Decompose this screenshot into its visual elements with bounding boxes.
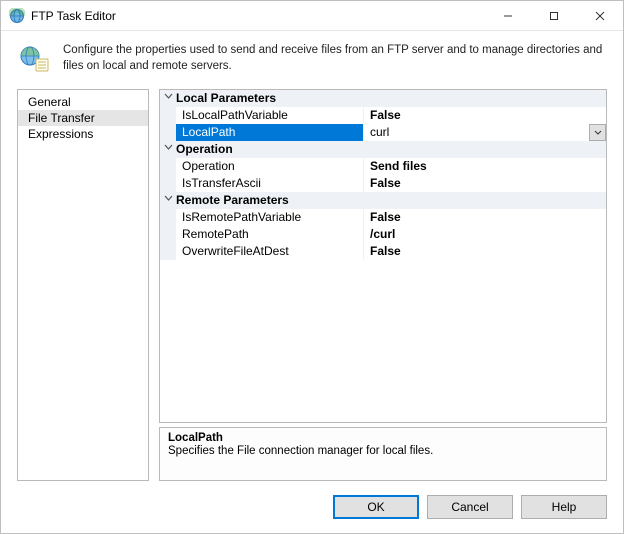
prop-value[interactable]: /curl [364,226,606,243]
content-area: General File Transfer Expressions Local … [1,89,623,481]
prop-operation[interactable]: Operation Send files [160,158,606,175]
minimize-button[interactable] [485,1,531,30]
nav-item-expressions[interactable]: Expressions [18,126,148,142]
prop-value[interactable]: False [364,175,606,192]
category-label: Remote Parameters [176,192,606,209]
prop-isremotepathvariable[interactable]: IsRemotePathVariable False [160,209,606,226]
prop-name: IsRemotePathVariable [176,209,364,226]
prop-value-text: curl [370,125,389,139]
ftp-task-editor-window: FTP Task Editor [0,0,624,534]
prop-name: Operation [176,158,364,175]
prop-islocalpathvariable[interactable]: IsLocalPathVariable False [160,107,606,124]
prop-name: IsTransferAscii [176,175,364,192]
property-grid-body[interactable]: Local Parameters IsLocalPathVariable Fal… [160,90,606,422]
property-grid: Local Parameters IsLocalPathVariable Fal… [159,89,607,423]
prop-value[interactable]: False [364,209,606,226]
window-controls [485,1,623,30]
prop-remotepath[interactable]: RemotePath /curl [160,226,606,243]
help-button[interactable]: Help [521,495,607,519]
collapse-icon[interactable] [160,141,176,158]
nav-item-general[interactable]: General [18,94,148,110]
help-text: Specifies the File connection manager fo… [168,445,598,457]
gutter [160,226,176,243]
help-box: LocalPath Specifies the File connection … [159,427,607,481]
close-button[interactable] [577,1,623,30]
gutter [160,175,176,192]
category-operation[interactable]: Operation [160,141,606,158]
property-panel: Local Parameters IsLocalPathVariable Fal… [159,89,607,481]
category-label: Operation [176,141,606,158]
footer: OK Cancel Help [1,481,623,533]
gutter [160,243,176,260]
chevron-down-icon [594,129,602,137]
maximize-button[interactable] [531,1,577,30]
header: Configure the properties used to send an… [1,31,623,89]
prop-overwritefileatdest[interactable]: OverwriteFileAtDest False [160,243,606,260]
prop-value[interactable]: False [364,243,606,260]
gutter [160,158,176,175]
category-local-parameters[interactable]: Local Parameters [160,90,606,107]
collapse-icon[interactable] [160,90,176,107]
prop-name: IsLocalPathVariable [176,107,364,124]
collapse-icon[interactable] [160,192,176,209]
prop-name: RemotePath [176,226,364,243]
nav-item-file-transfer[interactable]: File Transfer [18,110,148,126]
window-title: FTP Task Editor [31,9,485,23]
gutter [160,209,176,226]
prop-value[interactable]: curl [364,124,606,141]
prop-name: OverwriteFileAtDest [176,243,364,260]
prop-name: LocalPath [176,124,364,141]
nav-panel: General File Transfer Expressions [17,89,149,481]
titlebar: FTP Task Editor [1,1,623,31]
prop-value[interactable]: Send files [364,158,606,175]
prop-value[interactable]: False [364,107,606,124]
category-label: Local Parameters [176,90,606,107]
prop-localpath[interactable]: LocalPath curl [160,124,606,141]
prop-istransferascii[interactable]: IsTransferAscii False [160,175,606,192]
dropdown-button[interactable] [589,124,606,141]
ok-button[interactable]: OK [333,495,419,519]
gutter [160,124,176,141]
app-icon [9,8,25,24]
task-icon [19,43,51,75]
help-title: LocalPath [168,432,598,444]
gutter [160,107,176,124]
cancel-button[interactable]: Cancel [427,495,513,519]
header-description: Configure the properties used to send an… [63,43,605,74]
category-remote-parameters[interactable]: Remote Parameters [160,192,606,209]
